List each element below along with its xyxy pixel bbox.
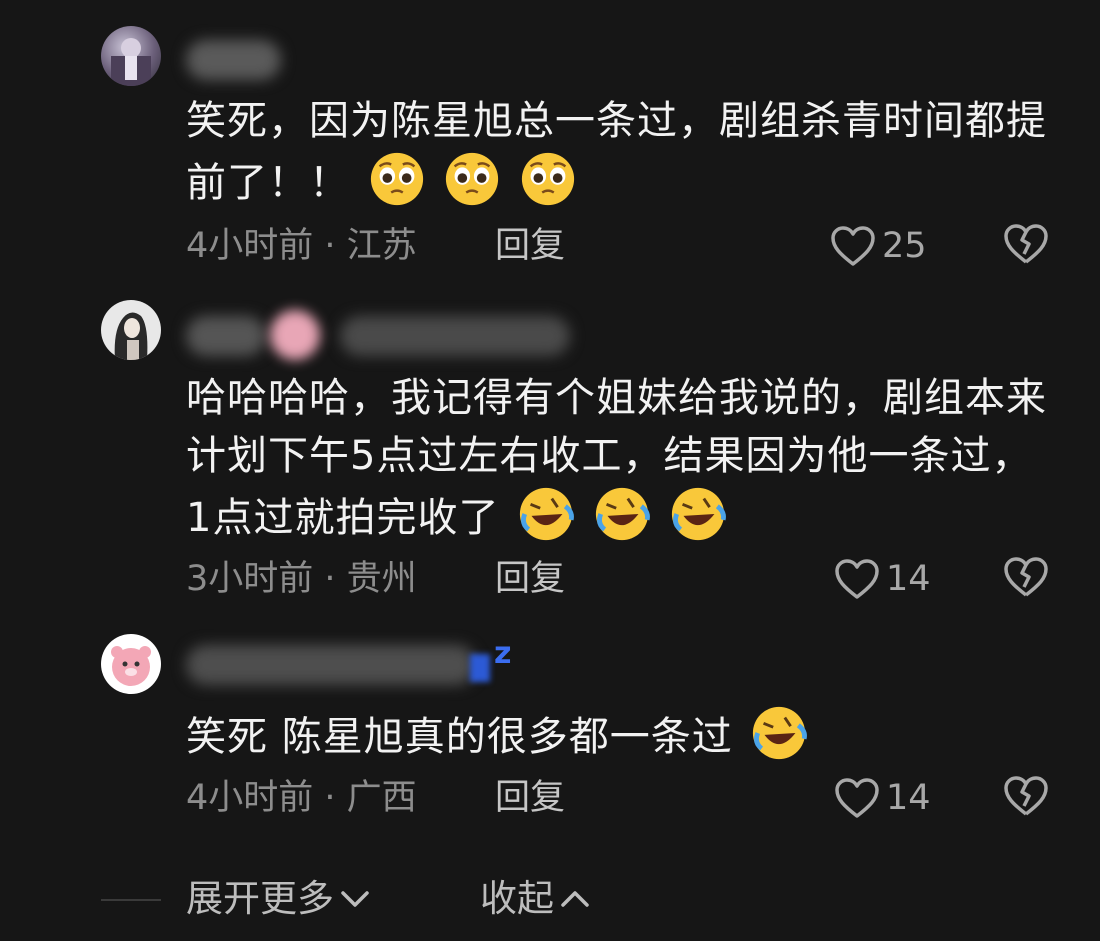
pleading-face-emoji-icon [522, 152, 575, 206]
comment-time: 4小时前 [186, 226, 314, 266]
comment-meta: 3小时前 · 贵州 [186, 554, 417, 604]
reply-button[interactable]: 回复 [495, 221, 565, 271]
emoji-group [733, 706, 809, 760]
broken-heart-icon[interactable] [1003, 222, 1049, 266]
like-count: 14 [886, 559, 931, 599]
comment-location: 广西 [346, 778, 417, 818]
rolling-laugh-emoji-icon [595, 487, 650, 541]
comment-text: 笑死 陈星旭真的很多都一条过 [186, 704, 1056, 766]
avatar[interactable] [101, 300, 161, 360]
comment-time: 3小时前 [186, 559, 314, 599]
comment-meta: 4小时前 · 广西 [186, 773, 417, 823]
avatar[interactable] [101, 634, 161, 694]
chevron-down-icon [341, 891, 369, 907]
rolling-laugh-emoji-icon [520, 487, 575, 541]
username-blurred[interactable] [186, 316, 266, 356]
comment-location: 江苏 [346, 226, 417, 266]
username-badge-blurred [270, 310, 320, 360]
chevron-up-icon [561, 891, 589, 907]
avatar-image [114, 312, 148, 360]
collapse-button[interactable]: 收起 [480, 873, 590, 925]
meta-separator: · [313, 778, 347, 818]
username-blurred[interactable] [186, 40, 281, 80]
username-tail-letter: z [494, 636, 512, 671]
pleading-face-emoji-icon [446, 152, 499, 206]
like-count: 14 [886, 778, 931, 818]
meta-separator: · [313, 559, 347, 599]
expand-more-label: 展开更多 [186, 877, 334, 920]
username-blurred[interactable] [186, 645, 476, 685]
rolling-laugh-emoji-icon [753, 706, 808, 760]
expand-more-button[interactable]: 展开更多 [186, 873, 370, 925]
avatar-image [111, 646, 151, 686]
pleading-face-emoji-icon [370, 152, 423, 206]
avatar[interactable] [101, 26, 161, 86]
username-tail-blurred [470, 654, 490, 682]
comment-text: 哈哈哈哈，我记得有个姐妹给我说的，剧组本来计划下午5点过左右收工，结果因为他一条… [186, 369, 1056, 547]
comment-text-content: 笑死，因为陈星旭总一条过，剧组杀青时间都提前了！！ [186, 98, 1047, 206]
reply-button[interactable]: 回复 [495, 554, 565, 604]
broken-heart-icon[interactable] [1003, 555, 1049, 599]
emoji-group [350, 152, 577, 206]
comment-meta: 4小时前 · 江苏 [186, 221, 417, 271]
avatar-image [111, 38, 151, 86]
like-button[interactable]: 14 [834, 554, 931, 604]
comment-time: 4小时前 [186, 778, 314, 818]
emoji-group [499, 487, 726, 541]
divider-line [101, 899, 161, 901]
comment-location: 贵州 [346, 559, 417, 599]
like-button[interactable]: 14 [834, 773, 931, 823]
comment-text: 笑死，因为陈星旭总一条过，剧组杀青时间都提前了！！ [186, 92, 1056, 212]
heart-icon [835, 778, 879, 818]
username-suffix-blurred [340, 316, 570, 356]
broken-heart-icon[interactable] [1003, 774, 1049, 818]
like-button[interactable]: 25 [830, 221, 927, 271]
heart-icon [835, 559, 879, 599]
rolling-laugh-emoji-icon [671, 487, 726, 541]
like-count: 25 [882, 226, 927, 266]
meta-separator: · [313, 226, 347, 266]
comment-text-content: 笑死 陈星旭真的很多都一条过 [186, 714, 733, 760]
reply-button[interactable]: 回复 [495, 773, 565, 823]
heart-icon [831, 226, 875, 266]
collapse-label: 收起 [480, 877, 554, 920]
